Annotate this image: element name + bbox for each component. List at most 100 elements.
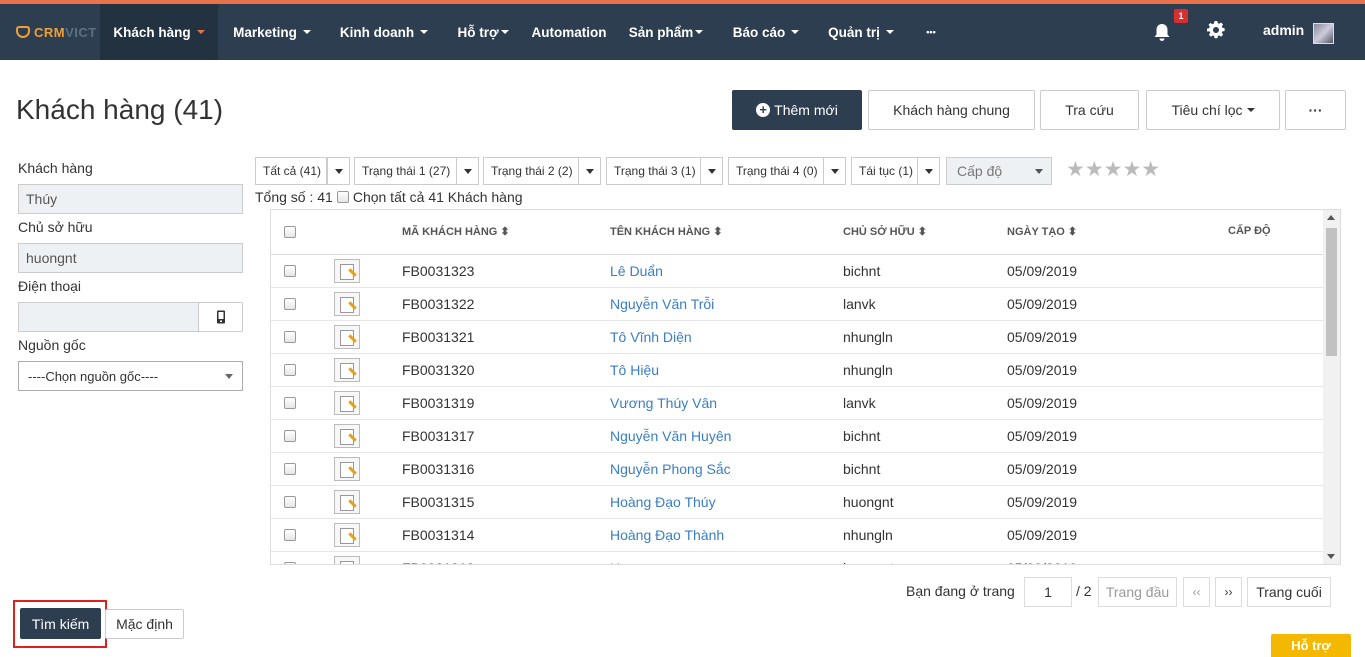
tab-all[interactable]: Tất cả (41) — [255, 157, 327, 185]
table-row[interactable]: FB0031322 Nguyễn Văn Trỗi lanvk 05/09/2019 — [271, 288, 1324, 321]
row-checkbox[interactable] — [284, 430, 296, 442]
chevron-down-icon — [225, 374, 233, 379]
row-checkbox[interactable] — [284, 529, 296, 541]
tab-status-4[interactable]: Trạng thái 4 (0) — [728, 157, 824, 185]
level-select[interactable]: Cấp độ — [946, 157, 1052, 185]
row-name-link[interactable]: Tô Vĩnh Diện — [610, 329, 692, 345]
edit-note-icon[interactable] — [334, 523, 360, 547]
edit-note-icon[interactable] — [334, 259, 360, 283]
customer-input[interactable]: Thúy — [18, 184, 243, 214]
edit-note-icon[interactable] — [334, 325, 360, 349]
edit-note-icon[interactable] — [334, 490, 360, 514]
tab-status-4-dropdown[interactable] — [823, 157, 846, 185]
nav-admin[interactable]: Quản trị — [818, 4, 904, 60]
edit-note-icon[interactable] — [334, 424, 360, 448]
row-checkbox[interactable] — [284, 496, 296, 508]
tab-all-dropdown[interactable] — [327, 157, 350, 185]
shared-customers-button[interactable]: Khách hàng chung — [868, 90, 1035, 130]
edit-note-icon[interactable] — [334, 556, 360, 564]
tab-status-2[interactable]: Trạng thái 2 (2) — [483, 157, 579, 185]
row-name-link[interactable]: Nguyễn Văn Trỗi — [610, 296, 714, 312]
table-row[interactable]: FB0031313 Hương huongnt 05/09/2019 — [271, 552, 1324, 564]
table-row[interactable]: FB0031323 Lê Duẩn bichnt 05/09/2019 — [271, 255, 1324, 288]
tab-status-2-dropdown[interactable] — [578, 157, 601, 185]
tab-status-1[interactable]: Trạng thái 1 (27) — [354, 157, 457, 185]
col-date[interactable]: NGÀY TẠO ⬍ — [1007, 225, 1077, 238]
nav-automation[interactable]: Automation — [526, 4, 612, 60]
tab-status-3-dropdown[interactable] — [700, 157, 723, 185]
bell-icon[interactable] — [1150, 18, 1174, 48]
phone-input[interactable] — [18, 302, 199, 332]
tab-renewal-dropdown[interactable] — [917, 157, 940, 185]
source-select[interactable]: ----Chọn nguồn gốc---- — [18, 361, 243, 391]
add-new-button[interactable]: + Thêm mới — [732, 90, 862, 130]
scrollbar-thumb[interactable] — [1326, 228, 1337, 356]
row-name-link[interactable]: Nguyễn Văn Huyên — [610, 428, 731, 444]
edit-note-icon[interactable] — [334, 391, 360, 415]
help-button[interactable]: Hỗ trợ — [1271, 634, 1351, 657]
nav-more[interactable]: ••• — [916, 4, 946, 60]
total-count: Tổng số : 41 — [255, 189, 333, 205]
row-checkbox[interactable] — [284, 364, 296, 376]
table-row[interactable]: FB0031315 Hoàng Đạo Thúy huongnt 05/09/2019 — [271, 486, 1324, 519]
col-level[interactable]: CẤP ĐỘ — [1228, 225, 1271, 237]
avatar[interactable] — [1313, 23, 1334, 44]
row-checkbox[interactable] — [284, 562, 296, 564]
owner-input[interactable]: huongnt — [18, 243, 243, 273]
table-row[interactable]: FB0031316 Nguyễn Phong Sắc bichnt 05/09/201… — [271, 453, 1324, 486]
row-name-link[interactable]: Nguyễn Phong Sắc — [610, 461, 731, 477]
lookup-button[interactable]: Tra cứu — [1040, 90, 1139, 130]
page-number-input[interactable]: 1 — [1024, 577, 1072, 607]
search-button[interactable]: Tìm kiếm — [20, 608, 101, 639]
filter-criteria-button[interactable]: Tiêu chí lọc — [1146, 90, 1280, 130]
table-row[interactable]: FB0031314 Hoàng Đạo Thành nhungln 05/09/201… — [271, 519, 1324, 552]
user-name[interactable]: admin — [1263, 22, 1304, 38]
nav-products[interactable]: Sản phẩm — [622, 4, 710, 60]
nav-sales[interactable]: Kinh doanh — [332, 4, 436, 60]
row-checkbox[interactable] — [284, 331, 296, 343]
edit-note-icon[interactable] — [334, 358, 360, 382]
select-all-checkbox[interactable] — [336, 191, 349, 203]
default-button[interactable]: Mặc định — [105, 609, 184, 639]
more-options-button[interactable]: ··· — [1285, 90, 1346, 130]
row-name-link[interactable]: Hương — [610, 560, 654, 564]
nav-reports[interactable]: Báo cáo — [724, 4, 808, 60]
prev-page-button[interactable]: ‹‹ — [1183, 577, 1210, 607]
col-owner[interactable]: CHỦ SỞ HỮU ⬍ — [843, 225, 927, 238]
header-checkbox[interactable] — [284, 226, 296, 238]
first-page-button[interactable]: Trang đầu — [1098, 577, 1177, 607]
edit-note-icon[interactable] — [334, 292, 360, 316]
table-scrollbar[interactable] — [1323, 210, 1340, 564]
table-row[interactable]: FB0031321 Tô Vĩnh Diện nhungln 05/09/2019 — [271, 321, 1324, 354]
edit-note-icon[interactable] — [334, 457, 360, 481]
phone-picker-button[interactable] — [198, 302, 243, 332]
table-row[interactable]: FB0031319 Vương Thúy Vân lanvk 05/09/2019 — [271, 387, 1324, 420]
table-row[interactable]: FB0031317 Nguyễn Văn Huyên bichnt 05/09/201… — [271, 420, 1324, 453]
gear-icon[interactable] — [1206, 20, 1226, 40]
row-checkbox[interactable] — [284, 298, 296, 310]
scroll-up-icon[interactable] — [1327, 215, 1335, 220]
row-name-link[interactable]: Hoàng Đạo Thành — [610, 527, 724, 543]
scroll-down-icon[interactable] — [1327, 554, 1335, 559]
row-name-link[interactable]: Tô Hiệu — [610, 362, 659, 378]
last-page-button[interactable]: Trang cuối — [1247, 577, 1331, 607]
row-name-link[interactable]: Lê Duẩn — [610, 263, 663, 279]
nav-marketing[interactable]: Marketing — [222, 4, 322, 60]
nav-customers[interactable]: Khách hàng — [100, 4, 218, 60]
row-name-link[interactable]: Vương Thúy Vân — [610, 395, 717, 411]
row-checkbox[interactable] — [284, 265, 296, 277]
row-checkbox[interactable] — [284, 397, 296, 409]
col-name[interactable]: TÊN KHÁCH HÀNG ⬍ — [610, 225, 723, 238]
tab-renewal[interactable]: Tái tục (1) — [851, 157, 918, 185]
col-code[interactable]: MÃ KHÁCH HÀNG ⬍ — [402, 225, 510, 238]
nav-support[interactable]: Hỗ trợ — [450, 4, 516, 60]
sort-icon: ⬍ — [500, 226, 510, 238]
tab-status-3[interactable]: Trạng thái 3 (1) — [606, 157, 701, 185]
logo[interactable]: CRM VICT — [0, 4, 100, 60]
star-rating[interactable]: ★★★★★ — [1066, 157, 1160, 182]
next-page-button[interactable]: ›› — [1215, 577, 1242, 607]
table-row[interactable]: FB0031320 Tô Hiệu nhungln 05/09/2019 — [271, 354, 1324, 387]
row-checkbox[interactable] — [284, 463, 296, 475]
tab-status-1-dropdown[interactable] — [456, 157, 479, 185]
row-name-link[interactable]: Hoàng Đạo Thúy — [610, 494, 716, 510]
